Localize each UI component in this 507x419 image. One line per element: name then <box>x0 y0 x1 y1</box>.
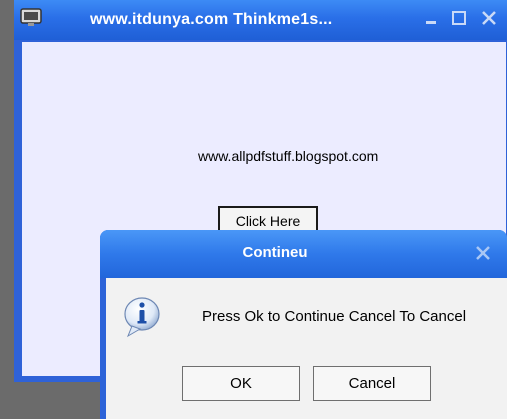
info-icon <box>122 296 162 338</box>
close-icon[interactable] <box>474 244 492 262</box>
dialog-titlebar[interactable]: Contineu <box>100 230 507 278</box>
main-window-title: www.itdunya.com Thinkme1s... <box>90 11 333 28</box>
dialog-message: Press Ok to Continue Cancel To Cancel <box>202 308 467 325</box>
message-dialog: Contineu Press Ok to Continue Cancel To … <box>100 230 507 419</box>
minimize-icon[interactable] <box>423 9 441 27</box>
cancel-button[interactable]: Cancel <box>313 366 431 401</box>
dialog-body: Press Ok to Continue Cancel To Cancel OK… <box>106 278 507 419</box>
url-label: www.allpdfstuff.blogspot.com <box>198 148 379 164</box>
monitor-icon[interactable] <box>20 8 42 28</box>
maximize-icon[interactable] <box>450 9 468 27</box>
desktop-backdrop-bottom <box>0 380 110 419</box>
main-titlebar[interactable]: www.itdunya.com Thinkme1s... <box>14 0 507 40</box>
ok-button[interactable]: OK <box>182 366 300 401</box>
close-icon[interactable] <box>480 9 498 27</box>
dialog-title: Contineu <box>242 244 308 261</box>
